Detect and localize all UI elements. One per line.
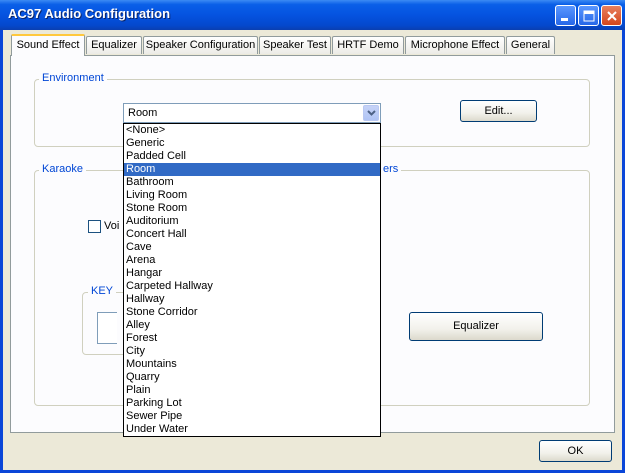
edit-button[interactable]: Edit... (460, 100, 537, 122)
list-item[interactable]: Sewer Pipe (124, 410, 380, 423)
title-bar[interactable]: AC97 Audio Configuration (0, 0, 625, 30)
other-group-label: ers (380, 163, 402, 175)
list-item[interactable]: Carpeted Hallway (124, 280, 380, 293)
tab-equalizer[interactable]: Equalizer (86, 36, 142, 54)
tab-general[interactable]: General (506, 36, 555, 54)
close-button[interactable] (601, 5, 622, 26)
list-item[interactable]: Bathroom (124, 176, 380, 189)
tab-sound-effect[interactable]: Sound Effect (11, 34, 85, 56)
tab-speaker-configuration[interactable]: Speaker Configuration (143, 36, 258, 54)
list-item[interactable]: Concert Hall (124, 228, 380, 241)
list-item[interactable]: Under Water (124, 423, 380, 436)
list-item[interactable]: Mountains (124, 358, 380, 371)
maximize-button[interactable] (578, 5, 599, 26)
environment-select-value: Room (128, 107, 158, 119)
dropdown-button[interactable] (363, 105, 379, 121)
list-item[interactable]: Hallway (124, 293, 380, 306)
chevron-down-icon (367, 110, 376, 116)
close-icon (607, 11, 617, 21)
environment-dropdown-list[interactable]: <None> Generic Padded Cell Room Bathroom… (123, 123, 381, 437)
list-item-selected[interactable]: Room (124, 163, 380, 176)
equalizer-button[interactable]: Equalizer (409, 312, 543, 341)
list-item[interactable]: <None> (124, 124, 380, 137)
karaoke-group-label: Karaoke (39, 163, 86, 175)
list-item[interactable]: Padded Cell (124, 150, 380, 163)
list-item[interactable]: Arena (124, 254, 380, 267)
list-item[interactable]: Alley (124, 319, 380, 332)
list-item[interactable]: Generic (124, 137, 380, 150)
tab-hrtf-demo[interactable]: HRTF Demo (332, 36, 404, 54)
list-item[interactable]: Stone Room (124, 202, 380, 215)
voice-cancel-checkbox[interactable] (88, 220, 101, 233)
list-item[interactable]: City (124, 345, 380, 358)
ok-button[interactable]: OK (539, 440, 612, 462)
list-item[interactable]: Quarry (124, 371, 380, 384)
minimize-button[interactable] (555, 5, 576, 26)
key-slider-frame[interactable] (97, 312, 117, 344)
list-item[interactable]: Auditorium (124, 215, 380, 228)
list-item[interactable]: Cave (124, 241, 380, 254)
list-item[interactable]: Stone Corridor (124, 306, 380, 319)
voice-checkbox-label: Voi (104, 220, 120, 232)
list-item[interactable]: Plain (124, 384, 380, 397)
minimize-icon (561, 18, 568, 21)
maximize-icon (583, 10, 595, 22)
app-window: AC97 Audio Configuration Sound Effect Eq… (0, 0, 625, 473)
list-item[interactable]: Parking Lot (124, 397, 380, 410)
key-group-label: KEY (88, 285, 117, 297)
environment-group-label: Environment (39, 72, 107, 84)
list-item[interactable]: Forest (124, 332, 380, 345)
window-title: AC97 Audio Configuration (8, 6, 171, 21)
environment-select[interactable]: Room (123, 103, 381, 123)
list-item[interactable]: Hangar (124, 267, 380, 280)
tab-microphone-effect[interactable]: Microphone Effect (405, 36, 505, 54)
list-item[interactable]: Living Room (124, 189, 380, 202)
tab-speaker-test[interactable]: Speaker Test (259, 36, 331, 54)
